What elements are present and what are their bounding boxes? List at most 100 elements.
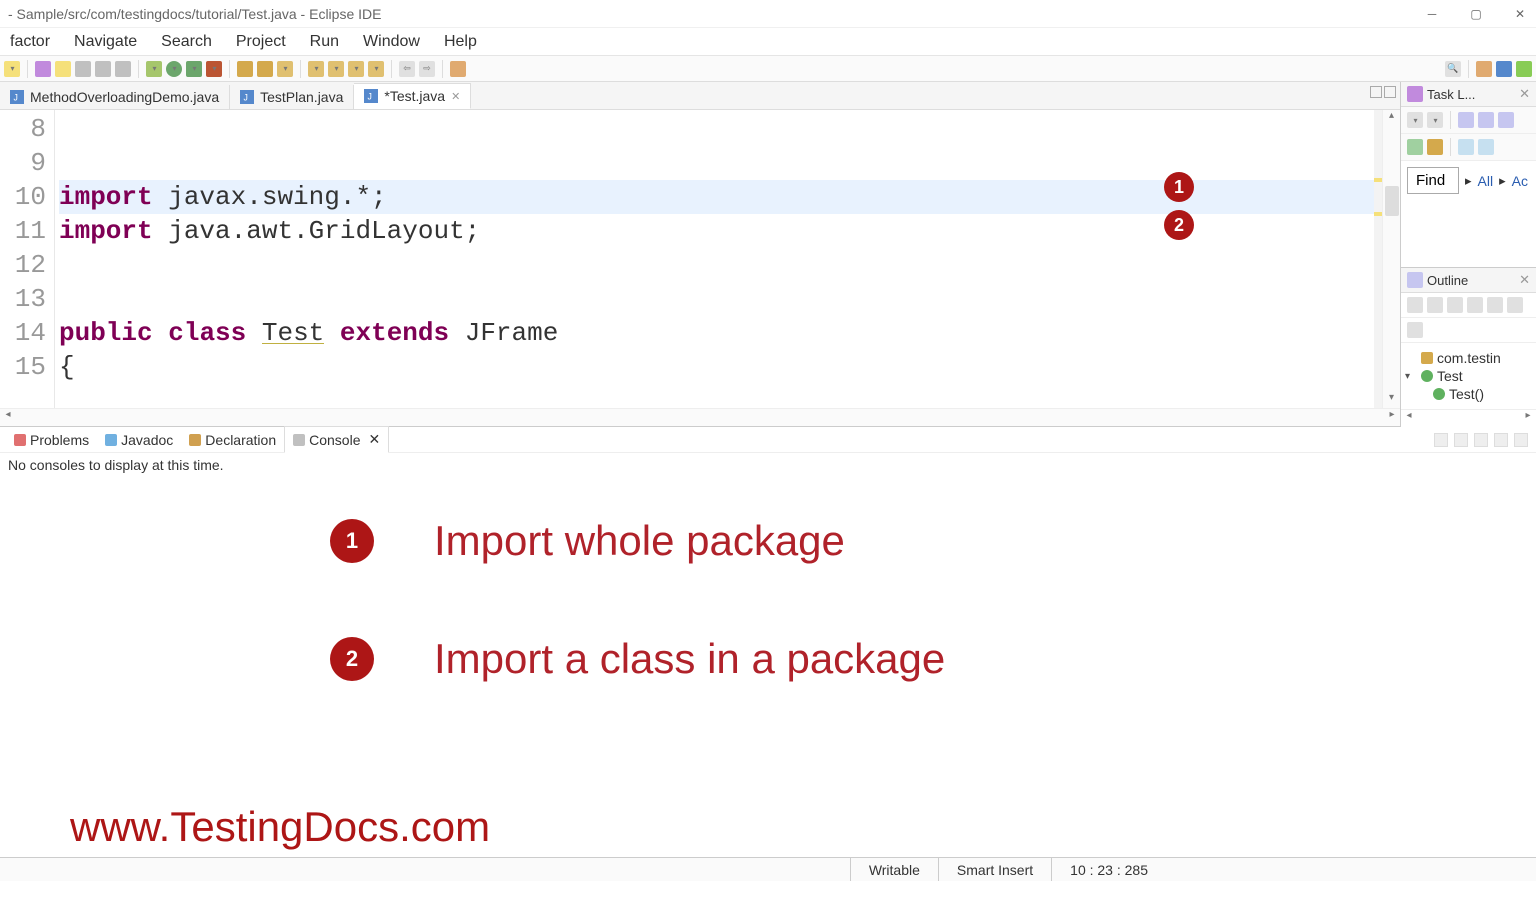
- edit-icon[interactable]: [55, 61, 71, 77]
- overview-ruler[interactable]: [1374, 110, 1382, 408]
- sync-icon[interactable]: [1458, 139, 1474, 155]
- close-tab-icon[interactable]: ✕: [451, 90, 460, 103]
- menu-navigate[interactable]: Navigate: [64, 29, 147, 55]
- java-perspective-icon[interactable]: [1496, 61, 1512, 77]
- link-editor-icon[interactable]: [1407, 322, 1423, 338]
- collapse-all-icon[interactable]: [1478, 139, 1494, 155]
- maximize-icon[interactable]: [1384, 86, 1396, 98]
- pin-console-icon[interactable]: [1434, 433, 1448, 447]
- filter-icon[interactable]: [1407, 139, 1423, 155]
- code-line[interactable]: {: [59, 350, 1374, 384]
- scroll-down-icon[interactable]: ▾: [1383, 392, 1400, 408]
- outline-item-class[interactable]: ▾ Test: [1393, 367, 1532, 385]
- open-task-icon[interactable]: [35, 61, 51, 77]
- last-edit-icon[interactable]: [368, 61, 384, 77]
- focus-icon[interactable]: [1507, 297, 1523, 313]
- hide-icon[interactable]: [1427, 139, 1443, 155]
- code-area[interactable]: import javax.swing.*;import java.awt.Gri…: [55, 110, 1374, 408]
- external-tools-icon[interactable]: [206, 61, 222, 77]
- scrollbar-thumb[interactable]: [1385, 186, 1399, 216]
- scrollbar-track[interactable]: [16, 409, 1384, 426]
- minimize-icon[interactable]: [1494, 433, 1508, 447]
- sort-icon[interactable]: [1407, 297, 1423, 313]
- menu-run[interactable]: Run: [300, 29, 349, 55]
- outline-scrollbar[interactable]: ◂ ▸: [1401, 409, 1536, 427]
- twisty-icon[interactable]: ▾: [1405, 371, 1417, 382]
- menu-help[interactable]: Help: [434, 29, 487, 55]
- scroll-right-icon[interactable]: ▸: [1520, 410, 1536, 427]
- pin-icon[interactable]: [450, 61, 466, 77]
- code-line[interactable]: [59, 282, 1374, 316]
- dropdown-icon[interactable]: [1427, 112, 1443, 128]
- outline-tree[interactable]: com.testin ▾ Test Test(): [1401, 343, 1536, 409]
- code-line[interactable]: public class Test extends JFrame: [59, 316, 1374, 350]
- menu-project[interactable]: Project: [226, 29, 296, 55]
- search-icon[interactable]: 🔍: [1445, 61, 1461, 77]
- toggle-mark-icon[interactable]: [348, 61, 364, 77]
- vertical-scrollbar[interactable]: ▴ ▾: [1382, 110, 1400, 408]
- find-all-link[interactable]: All: [1478, 173, 1494, 189]
- find-input[interactable]: [1407, 167, 1459, 194]
- close-view-icon[interactable]: ✕: [1519, 272, 1530, 288]
- hide-static-icon[interactable]: [1447, 297, 1463, 313]
- code-editor[interactable]: 8 9 10 11 12 13 14 15 import javax.swing…: [0, 110, 1400, 408]
- scrollbar-track[interactable]: [1417, 410, 1520, 427]
- new-icon[interactable]: [4, 61, 20, 77]
- editor-tab-test[interactable]: J *Test.java ✕: [354, 83, 471, 109]
- connect-icon[interactable]: [75, 61, 91, 77]
- open-type-icon[interactable]: [277, 61, 293, 77]
- coverage-icon[interactable]: [186, 61, 202, 77]
- hide-local-icon[interactable]: [1487, 297, 1503, 313]
- editor-tab-testplan[interactable]: J TestPlan.java: [230, 85, 354, 109]
- maximize-icon[interactable]: ▢: [1468, 7, 1484, 21]
- schedule-icon[interactable]: [1478, 112, 1494, 128]
- scroll-up-icon[interactable]: ▴: [1383, 110, 1400, 126]
- editor-tab-methodoverloading[interactable]: J MethodOverloadingDemo.java: [0, 85, 230, 109]
- maximize-icon[interactable]: [1514, 433, 1528, 447]
- hide-fields-icon[interactable]: [1427, 297, 1443, 313]
- find-activate-link[interactable]: Ac: [1512, 173, 1528, 189]
- tab-problems[interactable]: Problems: [6, 428, 97, 452]
- scroll-right-icon[interactable]: ▸: [1384, 409, 1400, 426]
- list-icon[interactable]: [115, 61, 131, 77]
- code-line[interactable]: [59, 112, 1374, 146]
- display-selected-icon[interactable]: [1454, 433, 1468, 447]
- nav-back-icon[interactable]: [308, 61, 324, 77]
- close-view-icon[interactable]: ✕: [1519, 86, 1530, 102]
- new-task-icon[interactable]: [1407, 112, 1423, 128]
- annotation-marker[interactable]: [1374, 178, 1382, 182]
- close-icon[interactable]: ✕: [1512, 7, 1528, 21]
- scroll-left-icon[interactable]: ◂: [0, 409, 16, 426]
- run-icon[interactable]: [166, 61, 182, 77]
- close-tab-icon[interactable]: ✕: [369, 431, 381, 448]
- categorize-icon[interactable]: [1458, 112, 1474, 128]
- nav-fwd-icon[interactable]: [328, 61, 344, 77]
- build-icon[interactable]: [95, 61, 111, 77]
- menu-refactor[interactable]: factor: [0, 29, 60, 55]
- hide-nonpublic-icon[interactable]: [1467, 297, 1483, 313]
- tab-declaration[interactable]: Declaration: [181, 428, 284, 452]
- horizontal-scrollbar[interactable]: ◂ ▸: [0, 408, 1400, 426]
- code-line[interactable]: [59, 248, 1374, 282]
- minimize-icon[interactable]: [1370, 86, 1382, 98]
- perspective-open-icon[interactable]: [1476, 61, 1492, 77]
- prev-annot-icon[interactable]: ⇦: [399, 61, 415, 77]
- focus-icon[interactable]: [1498, 112, 1514, 128]
- tab-javadoc[interactable]: Javadoc: [97, 428, 181, 452]
- new-package-icon[interactable]: [237, 61, 253, 77]
- menu-window[interactable]: Window: [353, 29, 430, 55]
- tab-console[interactable]: Console ✕: [284, 426, 389, 453]
- menu-search[interactable]: Search: [151, 29, 222, 55]
- debug-icon[interactable]: [146, 61, 162, 77]
- outline-item-package[interactable]: com.testin: [1405, 349, 1532, 367]
- scrollbar-track[interactable]: [1383, 126, 1400, 392]
- debug-perspective-icon[interactable]: [1516, 61, 1532, 77]
- open-console-icon[interactable]: [1474, 433, 1488, 447]
- new-class-icon[interactable]: [257, 61, 273, 77]
- annotation-marker[interactable]: [1374, 212, 1382, 216]
- scroll-left-icon[interactable]: ◂: [1401, 410, 1417, 427]
- tab-label: Javadoc: [121, 432, 173, 448]
- next-annot-icon[interactable]: ⇨: [419, 61, 435, 77]
- minimize-icon[interactable]: ─: [1424, 7, 1440, 21]
- outline-item-method[interactable]: Test(): [1405, 385, 1532, 403]
